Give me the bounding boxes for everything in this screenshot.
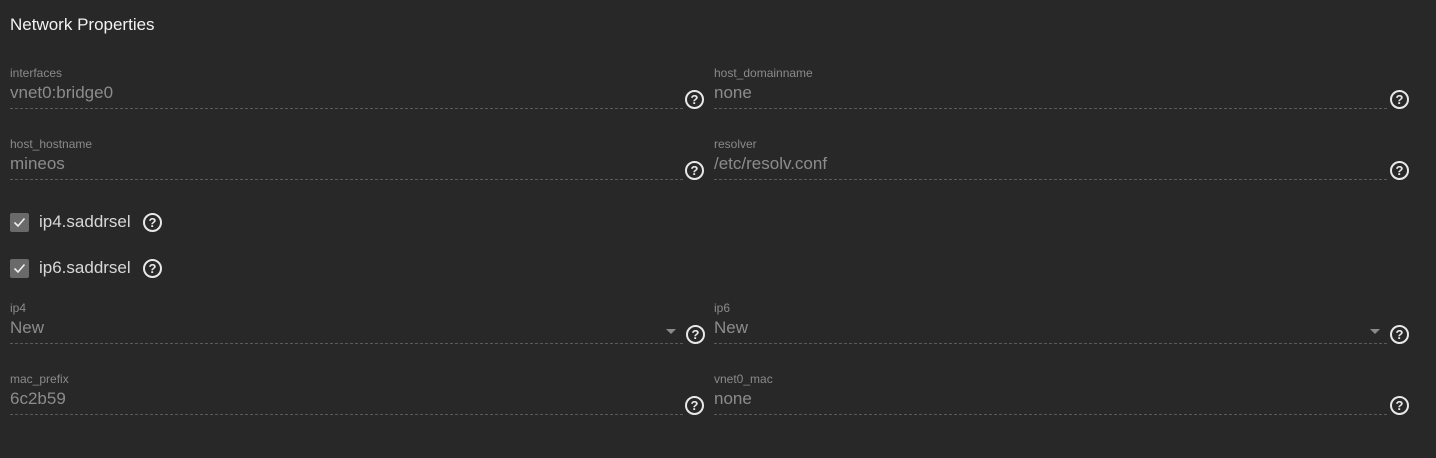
resolver-help-icon[interactable]: ? xyxy=(1390,161,1409,180)
host-hostname-field[interactable]: host_hostname mineos xyxy=(10,137,683,187)
ip4-help-icon[interactable]: ? xyxy=(686,325,705,344)
host-domainname-underline xyxy=(714,108,1387,109)
interfaces-underline xyxy=(10,108,683,109)
ip6-label: ip6 xyxy=(714,301,731,315)
mac-prefix-label: mac_prefix xyxy=(10,372,69,386)
mac-prefix-value[interactable]: 6c2b59 xyxy=(10,389,66,409)
host-domainname-help-icon[interactable]: ? xyxy=(1390,90,1409,109)
resolver-label: resolver xyxy=(714,137,757,151)
mac-prefix-underline xyxy=(10,414,683,415)
mac-prefix-help-icon[interactable]: ? xyxy=(685,396,704,415)
host-domainname-field[interactable]: host_domainname none xyxy=(714,66,1387,116)
host-hostname-help-icon[interactable]: ? xyxy=(685,161,704,180)
host-domainname-label: host_domainname xyxy=(714,66,813,80)
ip4-selected-value[interactable]: New xyxy=(10,318,44,338)
vnet0-mac-value[interactable]: none xyxy=(714,389,752,409)
ip6-saddrsel-help-icon[interactable]: ? xyxy=(143,259,162,278)
ip6-select[interactable]: ip6 New xyxy=(714,301,1387,351)
interfaces-label: interfaces xyxy=(10,66,63,80)
ip4-saddrsel-help-icon[interactable]: ? xyxy=(143,213,162,232)
ip4-label: ip4 xyxy=(10,301,27,315)
interfaces-help-icon[interactable]: ? xyxy=(685,90,704,109)
ip4-select[interactable]: ip4 New xyxy=(10,301,683,351)
check-icon xyxy=(13,217,26,228)
vnet0-mac-label: vnet0_mac xyxy=(714,372,773,386)
vnet0-mac-underline xyxy=(714,414,1387,415)
resolver-field[interactable]: resolver /etc/resolv.conf xyxy=(714,137,1387,187)
mac-prefix-field[interactable]: mac_prefix 6c2b59 xyxy=(10,372,683,422)
ip6-selected-value[interactable]: New xyxy=(714,318,748,338)
ip4-saddrsel-label[interactable]: ip4.saddrsel xyxy=(39,212,131,232)
resolver-value[interactable]: /etc/resolv.conf xyxy=(714,154,827,174)
host-domainname-value[interactable]: none xyxy=(714,83,752,103)
vnet0-mac-help-icon[interactable]: ? xyxy=(1390,396,1409,415)
interfaces-value[interactable]: vnet0:bridge0 xyxy=(10,83,113,103)
host-hostname-underline xyxy=(10,179,683,180)
host-hostname-value[interactable]: mineos xyxy=(10,154,65,174)
vnet0-mac-field[interactable]: vnet0_mac none xyxy=(714,372,1387,422)
resolver-underline xyxy=(714,179,1387,180)
host-hostname-label: host_hostname xyxy=(10,137,93,151)
caret-down-icon[interactable] xyxy=(666,329,676,334)
caret-down-icon[interactable] xyxy=(1370,329,1380,334)
ip6-saddrsel-checkbox[interactable] xyxy=(10,259,29,278)
check-icon xyxy=(13,263,26,274)
ip4-saddrsel-checkbox[interactable] xyxy=(10,213,29,232)
interfaces-field[interactable]: interfaces vnet0:bridge0 xyxy=(10,66,683,116)
ip6-saddrsel-label[interactable]: ip6.saddrsel xyxy=(39,258,131,278)
ip6-help-icon[interactable]: ? xyxy=(1390,325,1409,344)
ip4-underline xyxy=(10,343,683,344)
page-title: Network Properties xyxy=(10,15,155,34)
ip6-underline xyxy=(714,343,1387,344)
